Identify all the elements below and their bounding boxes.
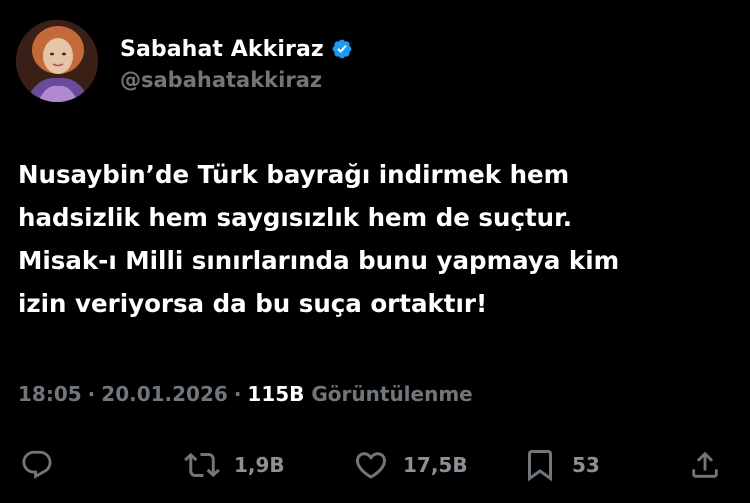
tweet-text-line: Misak-ı Milli sınırlarında bunu yapmaya …	[18, 246, 620, 275]
tweet-time[interactable]: 18:05	[18, 382, 82, 406]
share-icon	[692, 451, 718, 478]
like-button[interactable]: 17,5B	[353, 445, 468, 485]
meta-separator: ·	[233, 382, 242, 406]
tweet-text-line: izin veriyorsa da bu suça ortaktır!	[18, 289, 488, 318]
like-count: 17,5B	[403, 453, 468, 477]
display-name-row: Sabahat Akkiraz	[120, 34, 353, 64]
tweet[interactable]: Sabahat Akkiraz @sabahatakkiraz Nusaybin…	[0, 0, 750, 503]
tweet-header: Sabahat Akkiraz @sabahatakkiraz	[16, 20, 353, 102]
retweet-icon	[184, 452, 220, 478]
user-handle[interactable]: @sabahatakkiraz	[120, 68, 353, 92]
reply-icon	[22, 450, 52, 479]
heart-icon	[355, 452, 387, 479]
tweet-text: Nusaybin’de Türk bayrağı indirmek hem ha…	[18, 153, 738, 325]
action-bar: 1,9B 17,5B 53	[0, 445, 750, 485]
meta-separator: ·	[87, 382, 96, 406]
bookmark-icon	[528, 450, 552, 482]
avatar[interactable]	[16, 20, 98, 102]
tweet-meta: 18:05 · 20.01.2026 · 115B Görüntülenme	[18, 382, 473, 406]
retweet-count: 1,9B	[234, 453, 285, 477]
retweet-button[interactable]: 1,9B	[184, 445, 285, 485]
reply-button[interactable]	[20, 445, 54, 485]
share-button[interactable]	[688, 445, 722, 485]
tweet-date[interactable]: 20.01.2026	[101, 382, 228, 406]
tweet-text-line: Nusaybin’de Türk bayrağı indirmek hem	[18, 160, 570, 189]
tweet-text-line: hadsizlik hem saygısızlık hem de suçtur.	[18, 203, 573, 232]
bookmark-count: 53	[572, 453, 600, 477]
views-count: 115B	[247, 382, 305, 406]
verified-badge-icon[interactable]	[331, 38, 353, 60]
display-name[interactable]: Sabahat Akkiraz	[120, 37, 324, 62]
views-label: Görüntülenme	[311, 382, 473, 406]
bookmark-button[interactable]: 53	[522, 445, 600, 485]
avatar-image	[16, 20, 98, 102]
user-names: Sabahat Akkiraz @sabahatakkiraz	[120, 34, 353, 92]
